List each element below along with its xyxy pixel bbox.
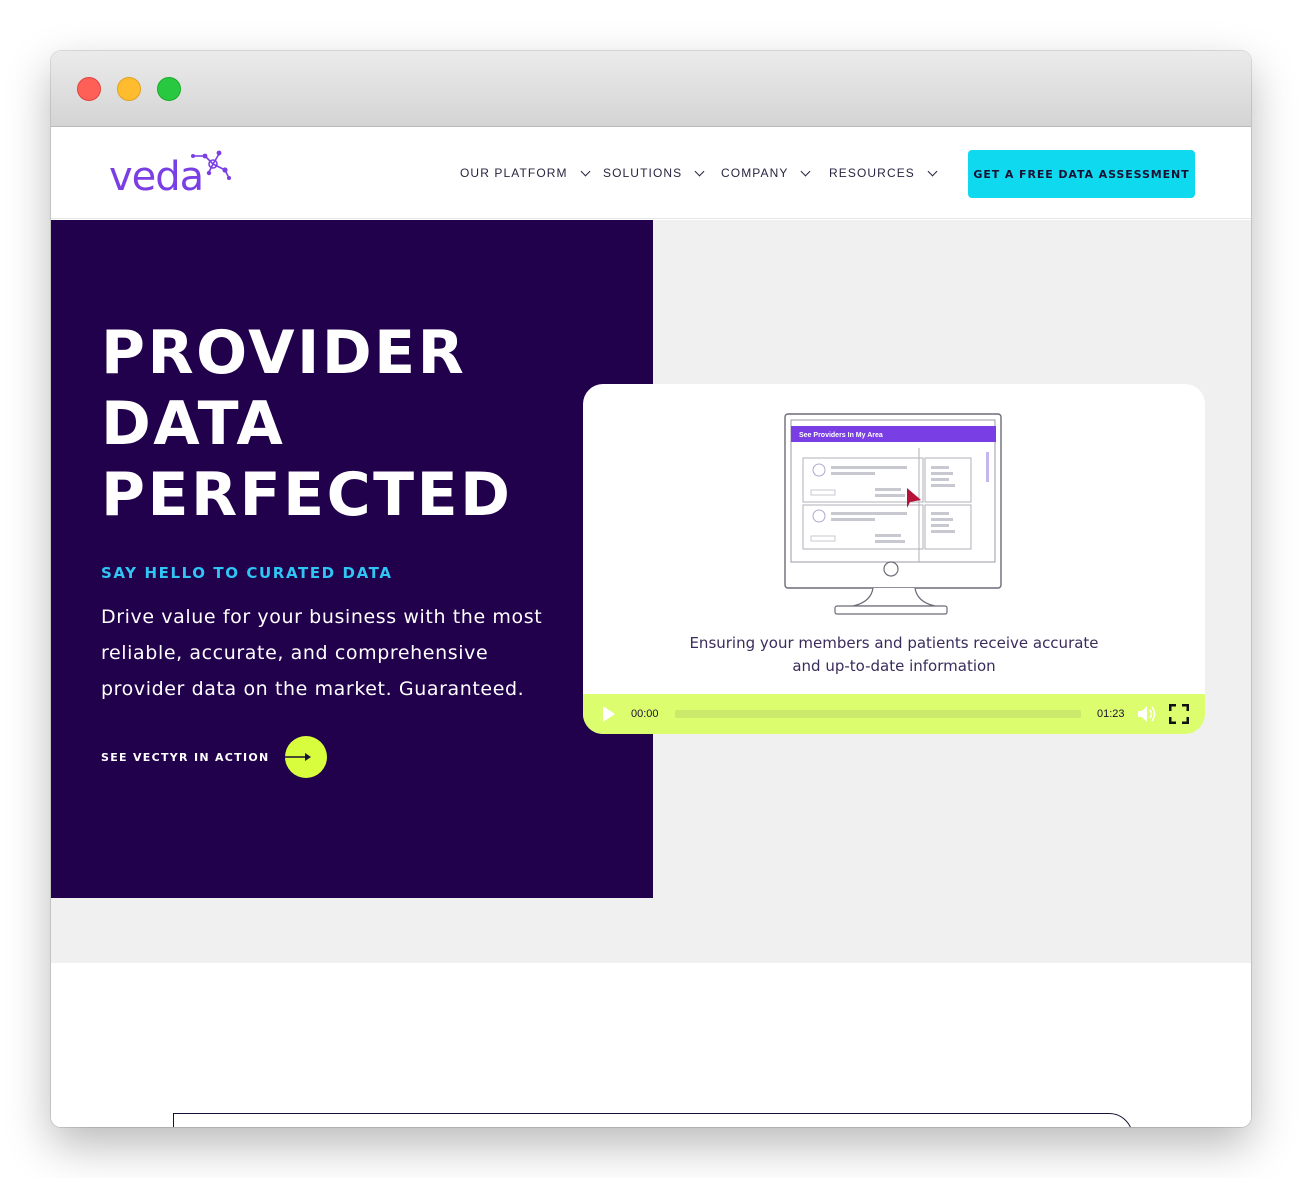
- monitor-illustration: See Providers In My Area: [784, 413, 1002, 615]
- close-window-button[interactable]: [77, 77, 101, 101]
- headline-line: PERFECTED: [101, 460, 513, 530]
- current-time: 00:00: [631, 708, 659, 720]
- window-titlebar: [51, 51, 1251, 127]
- play-icon[interactable]: [603, 706, 615, 722]
- screen-title: See Providers In My Area: [799, 432, 883, 439]
- network-nodes-icon: [191, 150, 231, 180]
- volume-icon[interactable]: [1137, 705, 1157, 723]
- nav-solutions[interactable]: SOLUTIONS: [603, 166, 705, 180]
- see-vectyr-label: SEE VECTYR IN ACTION: [101, 750, 270, 764]
- site-header: veda OUR PLATFORM SOLUTIONS COMPANY RESO…: [51, 128, 1251, 219]
- headline-line: PROVIDER: [101, 318, 467, 388]
- web-page: veda OUR PLATFORM SOLUTIONS COMPANY RESO…: [51, 128, 1251, 1127]
- caption-line: and up-to-date information: [792, 657, 996, 675]
- nav-resources[interactable]: RESOURCES: [829, 166, 938, 180]
- caption-line: Ensuring your members and patients recei…: [689, 634, 1099, 652]
- video-controls: 00:00 01:23: [583, 694, 1205, 734]
- nav-label: RESOURCES: [829, 166, 915, 180]
- hero-headline: PROVIDER DATA PERFECTED: [101, 318, 621, 531]
- hero-eyebrow: SAY HELLO TO CURATED DATA: [101, 564, 393, 582]
- free-data-assessment-button[interactable]: GET A FREE DATA ASSESSMENT: [968, 150, 1195, 198]
- fullscreen-icon[interactable]: [1169, 704, 1189, 724]
- nav-company[interactable]: COMPANY: [721, 166, 811, 180]
- maximize-window-button[interactable]: [157, 77, 181, 101]
- seek-bar[interactable]: [675, 710, 1081, 718]
- chevron-down-icon: [694, 166, 705, 176]
- hero-lead-text: Drive value for your business with the m…: [101, 606, 543, 700]
- nav-label: COMPANY: [721, 166, 789, 180]
- see-vectyr-link[interactable]: SEE VECTYR IN ACTION: [101, 736, 327, 778]
- nav-label: OUR PLATFORM: [460, 166, 568, 180]
- content-card: [173, 1113, 1133, 1127]
- content-section: [51, 963, 1251, 1127]
- nav-our-platform[interactable]: OUR PLATFORM: [460, 166, 591, 180]
- headline-line: DATA: [101, 389, 286, 459]
- browser-window: veda OUR PLATFORM SOLUTIONS COMPANY RESO…: [51, 51, 1251, 1127]
- minimize-window-button[interactable]: [117, 77, 141, 101]
- veda-logo[interactable]: veda: [109, 148, 233, 204]
- video-player[interactable]: See Providers In My Area Ensuring your m…: [583, 384, 1205, 734]
- nav-label: SOLUTIONS: [603, 166, 683, 180]
- video-caption: Ensuring your members and patients recei…: [583, 632, 1205, 678]
- duration: 01:23: [1097, 708, 1125, 720]
- chevron-down-icon: [927, 166, 938, 176]
- chevron-down-icon: [580, 166, 591, 176]
- chevron-down-icon: [801, 166, 811, 176]
- arrow-right-button[interactable]: [284, 736, 327, 778]
- arrow-right-icon: [284, 753, 311, 761]
